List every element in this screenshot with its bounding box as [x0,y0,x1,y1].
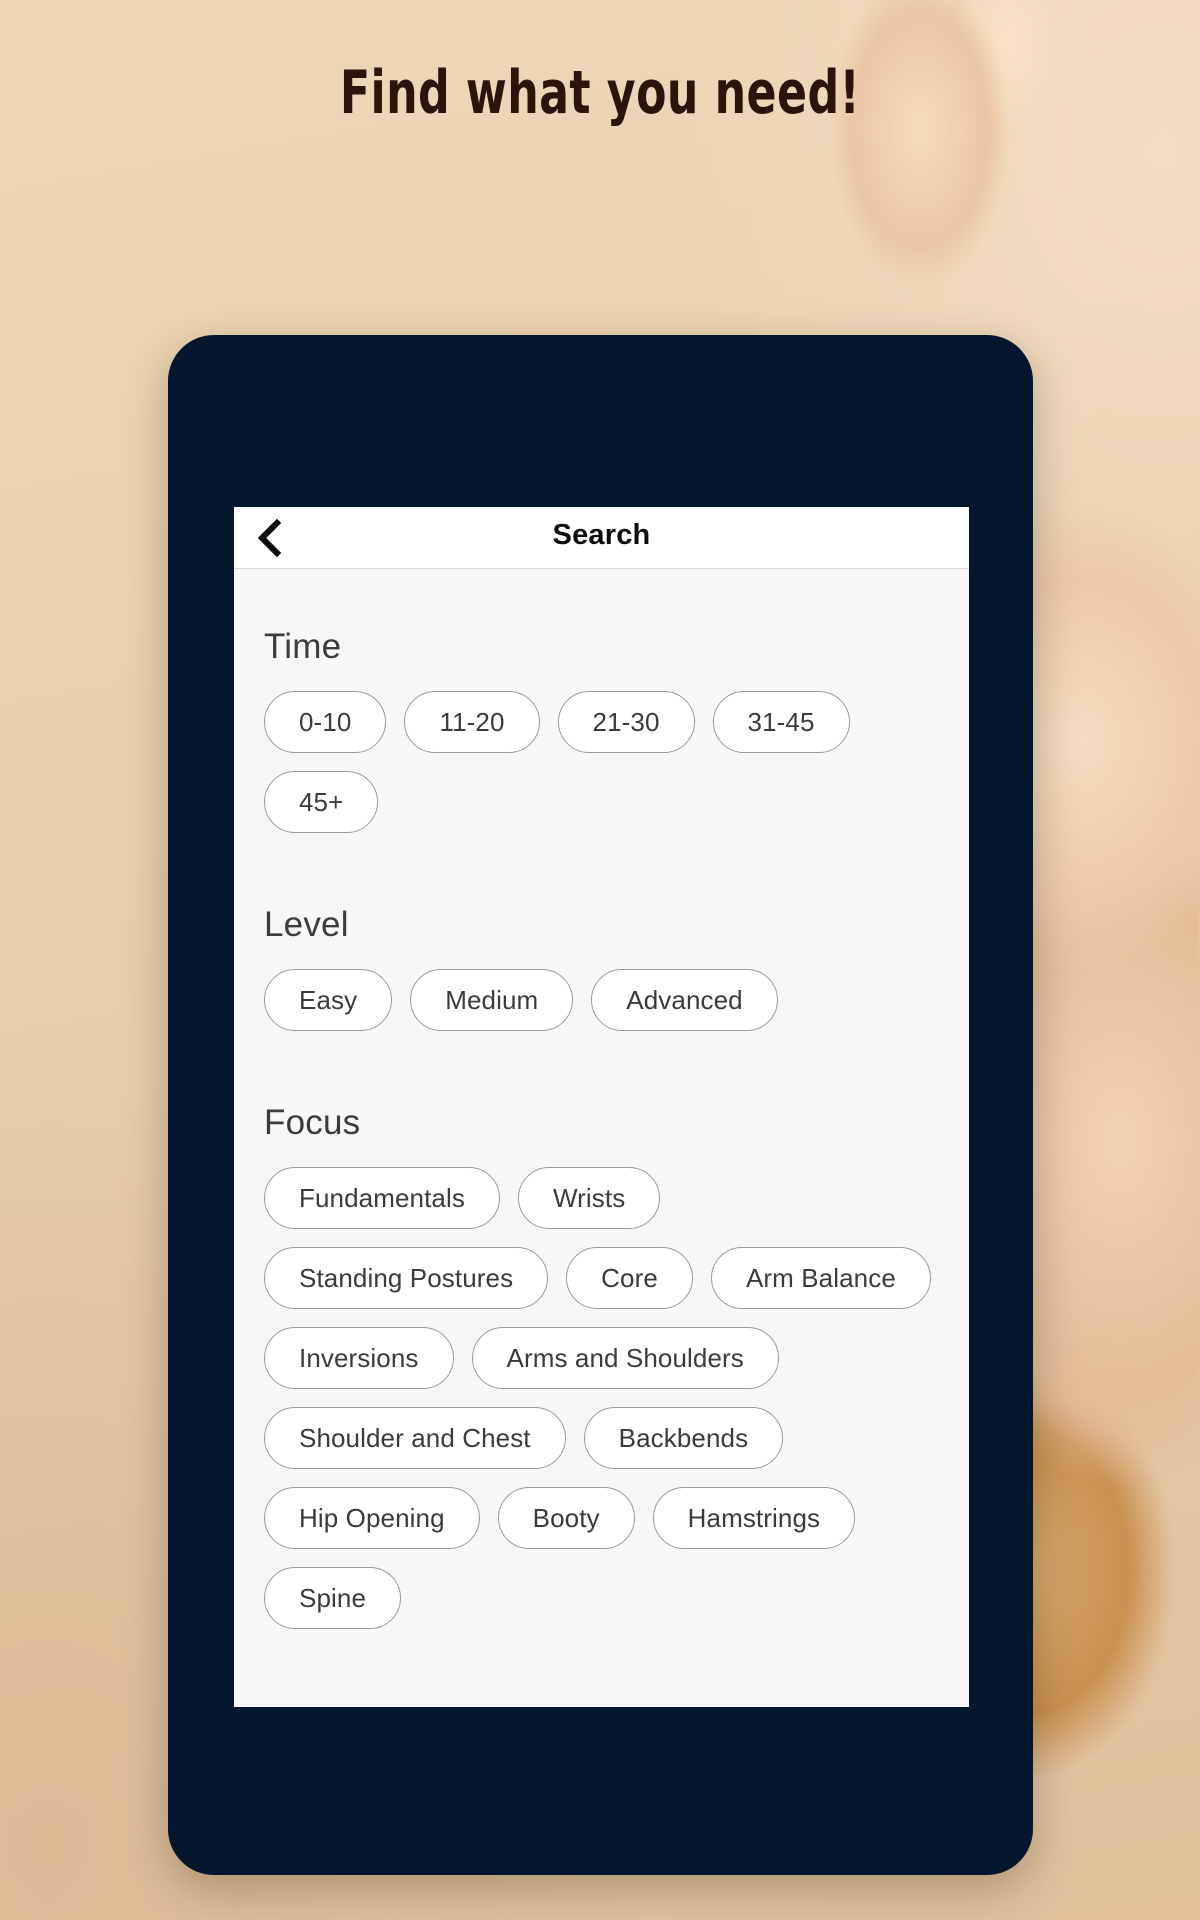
chip-group-level: Easy Medium Advanced [234,969,969,1031]
section-title-time: Time [264,627,342,666]
chip-focus-hamstrings[interactable]: Hamstrings [652,1487,856,1549]
spacer-time-level [234,843,969,905]
chip-focus-arms-and-shoulders[interactable]: Arms and Shoulders [471,1327,779,1389]
chip-focus-spine[interactable]: Spine [264,1567,401,1629]
chip-focus-arm-balance[interactable]: Arm Balance [710,1247,931,1309]
app-bar: Search [234,507,969,569]
section-title-focus: Focus [264,1103,361,1142]
chip-group-time: 0-10 11-20 21-30 31-45 45+ [234,691,969,833]
chip-time-11-20[interactable]: 11-20 [404,691,540,753]
chip-focus-wrists[interactable]: Wrists [517,1167,661,1229]
device-frame: Search Time 0-10 11-20 21-30 31-45 45+ L… [168,335,1033,1875]
section-level: Level Easy Medium Advanced [234,905,969,1031]
section-time: Time 0-10 11-20 21-30 31-45 45+ [234,627,969,833]
chip-level-medium[interactable]: Medium [410,969,574,1031]
page-title: Search [552,519,651,551]
chip-level-advanced[interactable]: Advanced [591,969,778,1031]
chip-group-focus: Fundamentals Wrists Standing Postures Co… [234,1167,969,1629]
chip-time-45-plus[interactable]: 45+ [264,771,379,833]
chip-focus-fundamentals[interactable]: Fundamentals [264,1167,500,1229]
chip-time-21-30[interactable]: 21-30 [557,691,695,753]
chip-focus-standing-postures[interactable]: Standing Postures [264,1247,549,1309]
app-screen: Search Time 0-10 11-20 21-30 31-45 45+ L… [234,507,969,1707]
spacer-level-focus [234,1041,969,1103]
section-title-level: Level [264,905,349,944]
chip-level-easy[interactable]: Easy [264,969,393,1031]
chip-time-31-45[interactable]: 31-45 [712,691,850,753]
page-headline: Find what you need! [339,58,861,128]
chip-time-0-10[interactable]: 0-10 [264,691,387,753]
chip-focus-core[interactable]: Core [566,1247,693,1309]
chip-focus-backbends[interactable]: Backbends [583,1407,784,1469]
section-focus: Focus Fundamentals Wrists Standing Postu… [234,1103,969,1629]
chip-focus-inversions[interactable]: Inversions [264,1327,454,1389]
chip-focus-booty[interactable]: Booty [497,1487,635,1549]
chip-focus-shoulder-and-chest[interactable]: Shoulder and Chest [264,1407,566,1469]
chip-focus-hip-opening[interactable]: Hip Opening [264,1487,480,1549]
filter-content: Time 0-10 11-20 21-30 31-45 45+ Level Ea… [234,569,969,1679]
